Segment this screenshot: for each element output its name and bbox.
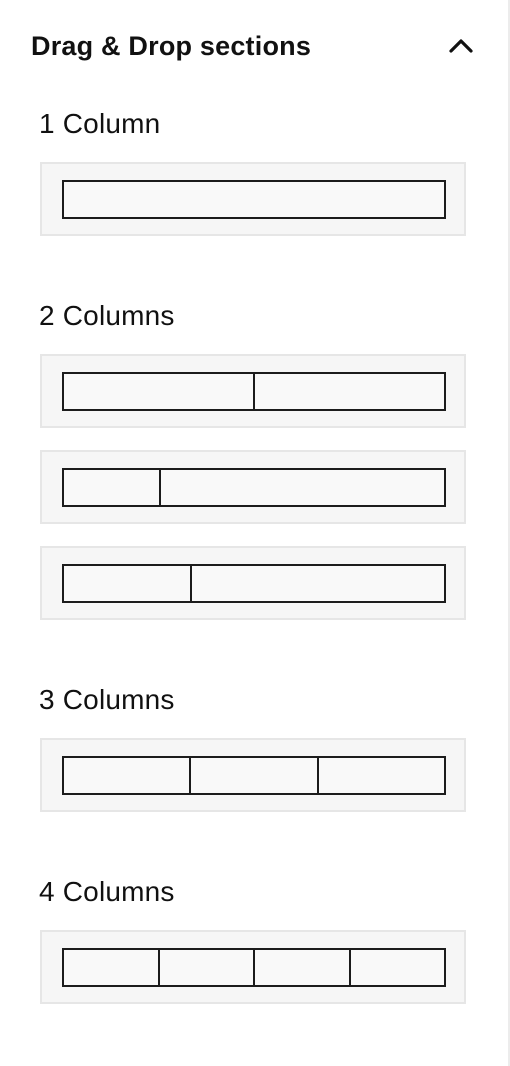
- layout-column-4: [348, 950, 445, 985]
- layout-column-1: [64, 470, 159, 505]
- layout-column-1: [64, 374, 253, 409]
- layout-2-columns-narrow-left[interactable]: [40, 450, 466, 524]
- layout-preview: [62, 564, 446, 603]
- layout-column-2: [157, 950, 254, 985]
- group-label-3-columns: 3 Columns: [39, 684, 175, 715]
- layout-column-2: [190, 566, 444, 601]
- panel-header[interactable]: Drag & Drop sections: [31, 26, 477, 66]
- layout-preview: [62, 468, 446, 507]
- chevron-up-icon[interactable]: [445, 30, 477, 62]
- layout-column-1: [64, 950, 158, 985]
- layout-column-1: [64, 758, 189, 793]
- group-label-2-columns: 2 Columns: [39, 300, 175, 331]
- layout-column-3: [316, 758, 444, 793]
- group-label-1-column: 1 Column: [39, 108, 161, 139]
- layout-preview: [62, 372, 446, 411]
- chevron-up-icon-glyph: [449, 39, 473, 53]
- layout-column-1: [64, 566, 190, 601]
- drag-drop-sections-panel: Drag & Drop sections 1 Column 2 Columns …: [0, 0, 510, 1066]
- layout-column-2: [189, 758, 316, 793]
- layout-1-column[interactable]: [40, 162, 466, 236]
- layout-column-3: [253, 950, 349, 985]
- panel-title: Drag & Drop sections: [31, 30, 312, 61]
- layout-column-2: [253, 374, 444, 409]
- layout-column-2: [158, 470, 445, 505]
- layout-preview: [62, 180, 446, 219]
- layout-2-columns-third-left[interactable]: [40, 546, 466, 620]
- layout-preview: [62, 948, 446, 987]
- layout-3-columns[interactable]: [40, 738, 466, 812]
- layout-2-columns-equal[interactable]: [40, 354, 466, 428]
- layout-preview: [62, 756, 446, 795]
- group-label-4-columns: 4 Columns: [39, 876, 175, 907]
- layout-column-1: [64, 182, 444, 217]
- layout-4-columns[interactable]: [40, 930, 466, 1004]
